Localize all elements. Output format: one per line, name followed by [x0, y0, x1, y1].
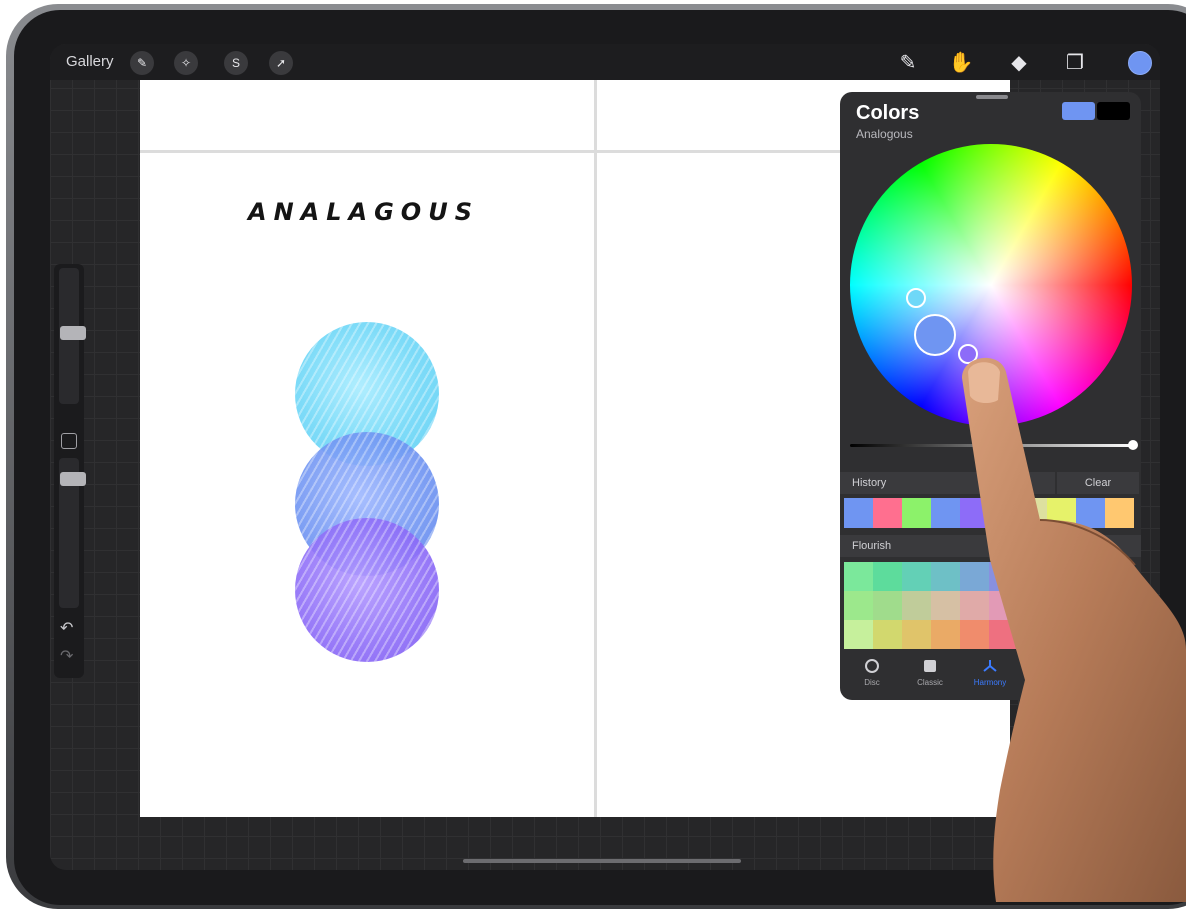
palette-swatch[interactable] — [844, 562, 873, 591]
history-swatch[interactable] — [960, 498, 989, 528]
palette-swatch[interactable] — [1018, 620, 1047, 649]
brush-icon[interactable]: ✎ — [895, 50, 921, 76]
colors-panel: Colors Analogous History Clear Flourish … — [840, 92, 1141, 700]
history-swatch[interactable] — [1105, 498, 1134, 528]
magic-wand-icon[interactable]: ✧ — [174, 51, 198, 75]
history-swatch[interactable] — [1047, 498, 1076, 528]
guide-vertical — [594, 80, 597, 817]
history-swatch[interactable] — [989, 498, 1018, 528]
palette-swatch[interactable] — [844, 591, 873, 620]
palette-swatch[interactable] — [1105, 591, 1134, 620]
palette-label: Flourish — [840, 535, 1141, 557]
opacity-knob[interactable] — [60, 472, 86, 486]
palette-swatch[interactable] — [1105, 620, 1134, 649]
palette-swatch[interactable] — [1047, 591, 1076, 620]
tab-harmony[interactable]: Harmony — [958, 658, 1022, 687]
palette-swatch[interactable] — [902, 562, 931, 591]
eraser-icon[interactable]: ◆ — [1006, 50, 1032, 76]
palette-swatch[interactable] — [1047, 562, 1076, 591]
tab-classic[interactable]: Classic — [898, 658, 962, 687]
history-swatches — [844, 498, 1134, 528]
harmony-mode-label[interactable]: Analogous — [856, 127, 913, 141]
palette-swatch[interactable] — [1076, 562, 1105, 591]
history-swatch[interactable] — [931, 498, 960, 528]
gallery-button[interactable]: Gallery — [66, 53, 114, 70]
disc-icon — [865, 659, 879, 673]
home-indicator — [463, 859, 741, 863]
opacity-slider[interactable] — [59, 458, 86, 608]
palette-swatch[interactable] — [844, 620, 873, 649]
history-swatch[interactable] — [902, 498, 931, 528]
tab-disc-label: Disc — [864, 678, 880, 687]
app-screen: Gallery ✎ ✧ S ➚ ✎ ✋ ◆ ❐ ANALAGOUS ↶ ↷ Co… — [50, 44, 1160, 870]
smudge-icon[interactable]: ✋ — [948, 50, 974, 76]
palette-swatch[interactable] — [1076, 591, 1105, 620]
clear-history-button[interactable]: Clear — [1055, 472, 1139, 494]
transform-arrow-icon[interactable]: ➚ — [269, 51, 293, 75]
harmony-point-main[interactable] — [914, 314, 956, 356]
history-swatch[interactable] — [844, 498, 873, 528]
history-swatch[interactable] — [873, 498, 902, 528]
history-swatch[interactable] — [1018, 498, 1047, 528]
palette-grid — [844, 562, 1134, 649]
palette-swatch[interactable] — [873, 620, 902, 649]
canvas-title-text: ANALAGOUS — [248, 198, 479, 226]
wrench-icon[interactable]: ✎ — [130, 51, 154, 75]
palette-swatch[interactable] — [873, 591, 902, 620]
harmony-point-cyan[interactable] — [906, 288, 926, 308]
top-toolbar: Gallery ✎ ✧ S ➚ ✎ ✋ ◆ ❐ — [50, 44, 1160, 80]
brush-size-slider[interactable] — [59, 268, 86, 404]
color-wheel[interactable] — [850, 144, 1132, 426]
violet-circle — [295, 518, 439, 662]
selection-icon[interactable]: S — [224, 51, 248, 75]
colors-title: Colors — [856, 102, 920, 124]
harmony-icon — [983, 660, 997, 672]
brush-size-knob[interactable] — [60, 326, 86, 340]
palette-swatch[interactable] — [960, 620, 989, 649]
history-label: History — [840, 472, 1055, 494]
left-sidebar: ↶ ↷ — [54, 264, 86, 678]
palette-swatch[interactable] — [989, 591, 1018, 620]
palette-swatch[interactable] — [931, 562, 960, 591]
palette-swatch[interactable] — [1018, 591, 1047, 620]
palette-swatch[interactable] — [1018, 562, 1047, 591]
tab-disc[interactable]: Disc — [840, 658, 904, 687]
palette-swatch[interactable] — [931, 620, 960, 649]
modify-button[interactable] — [61, 433, 77, 449]
palette-swatch[interactable] — [1047, 620, 1076, 649]
palette-swatch[interactable] — [931, 591, 960, 620]
tab-harmony-label: Harmony — [973, 678, 1007, 687]
brightness-slider[interactable] — [850, 444, 1134, 447]
palette-swatch[interactable] — [1076, 620, 1105, 649]
classic-square-icon — [924, 660, 936, 672]
secondary-color-swatch[interactable] — [1097, 102, 1130, 120]
panel-grabber[interactable] — [976, 95, 1008, 99]
tab-classic-label: Classic — [917, 678, 943, 687]
current-color-button[interactable] — [1128, 51, 1152, 75]
palette-swatch[interactable] — [1105, 562, 1134, 591]
redo-icon[interactable]: ↷ — [60, 646, 73, 666]
palette-swatch[interactable] — [873, 562, 902, 591]
harmony-point-violet[interactable] — [958, 344, 978, 364]
primary-color-swatch[interactable] — [1062, 102, 1095, 120]
palette-swatch[interactable] — [902, 620, 931, 649]
undo-icon[interactable]: ↶ — [60, 618, 73, 638]
palette-swatch[interactable] — [989, 620, 1018, 649]
brightness-knob[interactable] — [1128, 440, 1138, 450]
palette-swatch[interactable] — [902, 591, 931, 620]
palette-swatch[interactable] — [960, 562, 989, 591]
history-swatch[interactable] — [1076, 498, 1105, 528]
color-mode-tabs: Disc Classic Harmony — [840, 652, 1141, 700]
palette-swatch[interactable] — [989, 562, 1018, 591]
layers-icon[interactable]: ❐ — [1062, 50, 1088, 76]
palette-swatch[interactable] — [960, 591, 989, 620]
